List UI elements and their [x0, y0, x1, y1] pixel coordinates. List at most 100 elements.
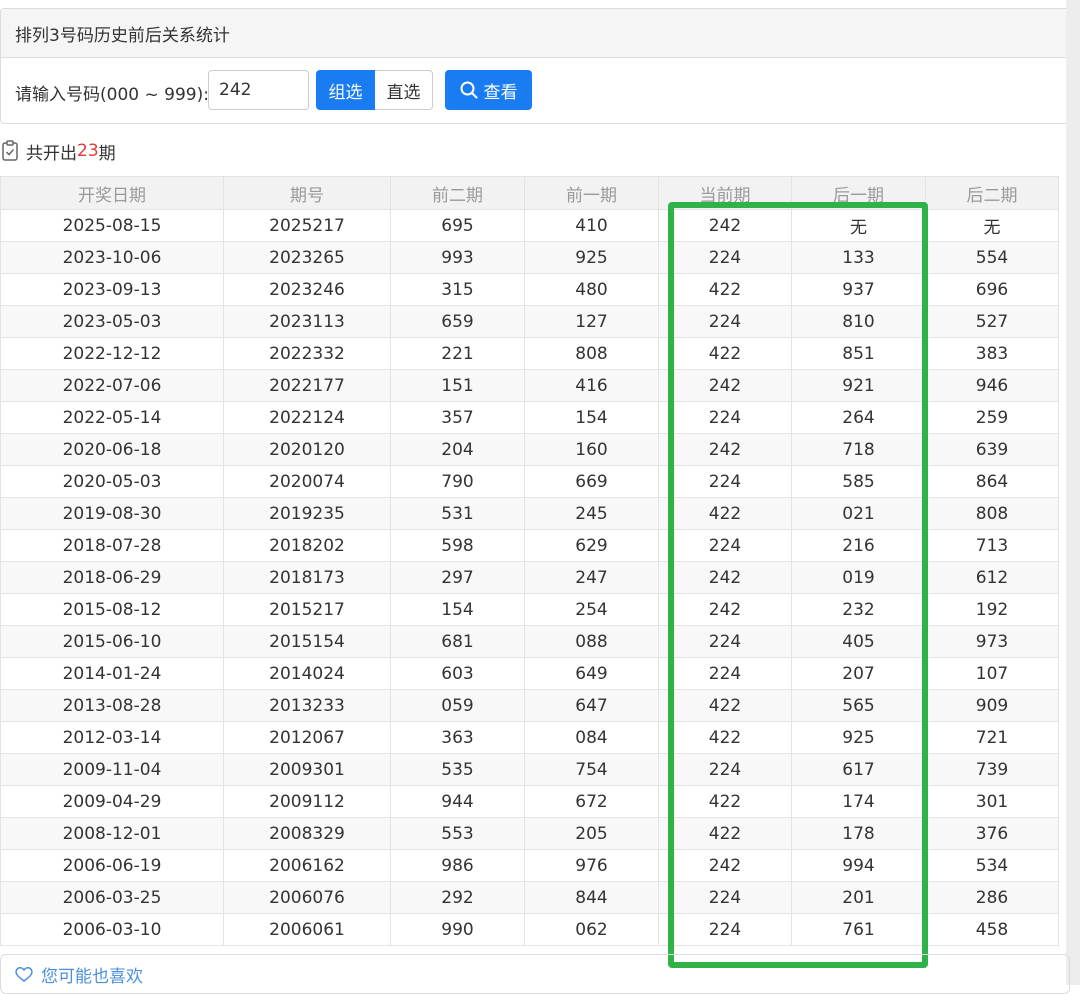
table-row: 2022-12-12 2022332 221 808 422 851 383: [0, 337, 1059, 370]
header-prev-2: 前二期: [390, 176, 525, 210]
cell-next-2: 808: [925, 497, 1059, 530]
cell-current: 242: [658, 209, 792, 242]
cell-prev-2: 297: [390, 561, 525, 594]
cell-prev-1: 754: [524, 753, 659, 786]
cell-next-2: 376: [925, 817, 1059, 850]
cell-next-1: 851: [791, 337, 926, 370]
cell-issue-no: 2022332: [223, 337, 391, 370]
cell-issue-no: 2023246: [223, 273, 391, 306]
cell-prev-2: 986: [390, 849, 525, 882]
cell-next-1: 718: [791, 433, 926, 466]
cell-draw-date: 2020-06-18: [0, 433, 224, 466]
cell-draw-date: 2019-08-30: [0, 497, 224, 530]
cell-next-1: 585: [791, 465, 926, 498]
cell-prev-2: 154: [390, 593, 525, 626]
cell-issue-no: 2015154: [223, 625, 391, 658]
cell-current: 242: [658, 369, 792, 402]
cell-prev-1: 647: [524, 689, 659, 722]
cell-next-1: 133: [791, 241, 926, 274]
cell-next-2: 713: [925, 529, 1059, 562]
table-header-row: 开奖日期 期号 前二期 前一期 当前期 后一期 后二期: [0, 176, 1059, 210]
cell-prev-1: 084: [524, 721, 659, 754]
cell-next-2: 946: [925, 369, 1059, 402]
cell-next-2: 739: [925, 753, 1059, 786]
cell-draw-date: 2006-03-10: [0, 913, 224, 946]
cell-prev-1: 088: [524, 625, 659, 658]
cell-prev-2: 695: [390, 209, 525, 242]
cell-prev-2: 204: [390, 433, 525, 466]
table-row: 2014-01-24 2014024 603 649 224 207 107: [0, 657, 1059, 690]
table-row: 2015-08-12 2015217 154 254 242 232 192: [0, 593, 1059, 626]
cell-next-2: 458: [925, 913, 1059, 946]
cell-current: 422: [658, 721, 792, 754]
table-row: 2023-09-13 2023246 315 480 422 937 696: [0, 273, 1059, 306]
table-row: 2022-07-06 2022177 151 416 242 921 946: [0, 369, 1059, 402]
group-mode-button[interactable]: 组选: [316, 70, 375, 110]
cell-next-2: 无: [925, 209, 1059, 242]
cell-issue-no: 2020074: [223, 465, 391, 498]
table-row: 2009-04-29 2009112 944 672 422 174 301: [0, 785, 1059, 818]
cell-prev-2: 531: [390, 497, 525, 530]
cell-draw-date: 2020-05-03: [0, 465, 224, 498]
cell-next-1: 565: [791, 689, 926, 722]
result-count: 23: [77, 141, 99, 161]
cell-prev-2: 603: [390, 657, 525, 690]
cell-next-1: 937: [791, 273, 926, 306]
cell-issue-no: 2018173: [223, 561, 391, 594]
cell-current: 242: [658, 849, 792, 882]
recommend-label: 您可能也喜欢: [41, 966, 143, 987]
cell-next-1: 216: [791, 529, 926, 562]
cell-draw-date: 2012-03-14: [0, 721, 224, 754]
cell-draw-date: 2015-06-10: [0, 625, 224, 658]
cell-draw-date: 2018-07-28: [0, 529, 224, 562]
cell-next-2: 534: [925, 849, 1059, 882]
cell-next-1: 019: [791, 561, 926, 594]
cell-prev-2: 659: [390, 305, 525, 338]
cell-next-2: 612: [925, 561, 1059, 594]
cell-current: 422: [658, 337, 792, 370]
table-row: 2023-10-06 2023265 993 925 224 133 554: [0, 241, 1059, 274]
view-button[interactable]: 查看: [445, 70, 532, 110]
cell-prev-2: 151: [390, 369, 525, 402]
cell-prev-2: 681: [390, 625, 525, 658]
cell-next-1: 994: [791, 849, 926, 882]
cell-draw-date: 2023-10-06: [0, 241, 224, 274]
number-input[interactable]: [208, 70, 309, 110]
cell-draw-date: 2022-05-14: [0, 401, 224, 434]
table-row: 2012-03-14 2012067 363 084 422 925 721: [0, 721, 1059, 754]
cell-next-2: 301: [925, 785, 1059, 818]
header-prev-1: 前一期: [524, 176, 659, 210]
cell-next-1: 925: [791, 721, 926, 754]
cell-next-1: 761: [791, 913, 926, 946]
cell-next-1: 264: [791, 401, 926, 434]
cell-next-2: 383: [925, 337, 1059, 370]
cell-prev-1: 480: [524, 273, 659, 306]
cell-draw-date: 2022-12-12: [0, 337, 224, 370]
cell-current: 224: [658, 241, 792, 274]
cell-issue-no: 2013233: [223, 689, 391, 722]
cell-next-1: 232: [791, 593, 926, 626]
cell-next-1: 无: [791, 209, 926, 242]
header-issue-no: 期号: [223, 176, 391, 210]
table-row: 2006-03-25 2006076 292 844 224 201 286: [0, 881, 1059, 914]
cell-prev-2: 059: [390, 689, 525, 722]
cell-issue-no: 2006061: [223, 913, 391, 946]
cell-draw-date: 2009-11-04: [0, 753, 224, 786]
table-row: 2013-08-28 2013233 059 647 422 565 909: [0, 689, 1059, 722]
cell-current: 224: [658, 625, 792, 658]
cell-issue-no: 2006162: [223, 849, 391, 882]
cell-draw-date: 2023-09-13: [0, 273, 224, 306]
cell-prev-1: 254: [524, 593, 659, 626]
direct-mode-button[interactable]: 直选: [375, 70, 433, 110]
cell-issue-no: 2009301: [223, 753, 391, 786]
cell-next-2: 909: [925, 689, 1059, 722]
cell-next-2: 554: [925, 241, 1059, 274]
summary-prefix: 共开出: [26, 143, 77, 164]
cell-issue-no: 2018202: [223, 529, 391, 562]
cell-current: 422: [658, 273, 792, 306]
scrollbar[interactable]: [1066, 0, 1080, 985]
cell-prev-1: 416: [524, 369, 659, 402]
recommend-section[interactable]: 您可能也喜欢: [0, 954, 1070, 994]
table-row: 2020-05-03 2020074 790 669 224 585 864: [0, 465, 1059, 498]
cell-next-2: 286: [925, 881, 1059, 914]
